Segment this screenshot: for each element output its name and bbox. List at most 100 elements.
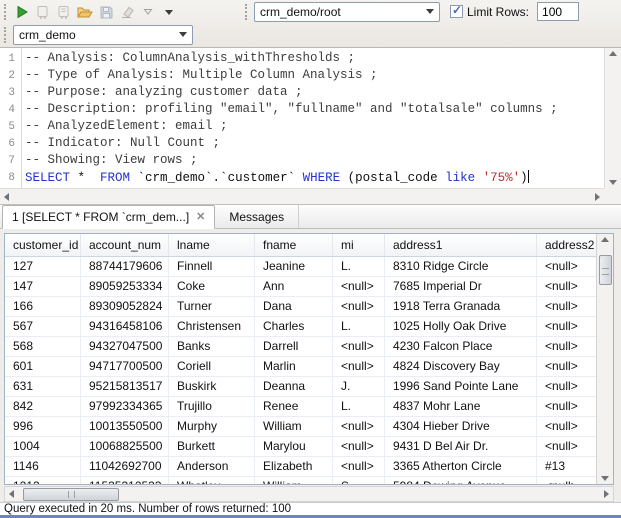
execute-selected-button[interactable] <box>53 2 74 22</box>
table-cell[interactable]: 9431 D Bel Air Dr. <box>385 437 537 456</box>
clear-dropdown-button[interactable] <box>137 2 158 22</box>
toolbar-grip-3[interactable] <box>4 27 7 43</box>
code-line[interactable]: 5-- AnalyzedElement: email ; <box>0 119 604 136</box>
table-row[interactable]: 121211535312533WhatleyWilliamS.5984 Dewi… <box>5 477 596 484</box>
table-cell[interactable]: Murphy <box>169 417 255 436</box>
table-row[interactable]: 16689309052824TurnerDana<null>1918 Terra… <box>5 297 596 317</box>
table-cell[interactable]: 11042692700 <box>81 457 169 476</box>
table-row[interactable]: 14789059253334CokeAnn<null>7685 Imperial… <box>5 277 596 297</box>
column-header[interactable]: customer_id <box>5 234 81 256</box>
scroll-left-icon[interactable] <box>4 193 9 201</box>
table-cell[interactable]: Turner <box>169 297 255 316</box>
editor-horizontal-scrollbar[interactable] <box>0 188 604 204</box>
code-line[interactable]: 6-- Indicator: Null Count ; <box>0 136 604 153</box>
table-cell[interactable]: #13 <box>537 457 596 476</box>
table-cell[interactable]: 4824 Discovery Bay <box>385 357 537 376</box>
tab-result-1[interactable]: 1 [SELECT * FROM `crm_dem...]✕ <box>2 205 215 229</box>
table-cell[interactable]: Ann <box>255 277 333 296</box>
table-row[interactable]: 63195215813517BuskirkDeannaJ.1996 Sand P… <box>5 377 596 397</box>
table-cell[interactable]: <null> <box>333 417 385 436</box>
table-cell[interactable]: <null> <box>333 277 385 296</box>
table-cell[interactable]: <null> <box>537 257 596 276</box>
scroll-down-icon[interactable] <box>601 476 609 481</box>
column-header[interactable]: address2 <box>537 234 596 256</box>
table-cell[interactable]: Jeanine <box>255 257 333 276</box>
table-cell[interactable]: Christensen <box>169 317 255 336</box>
table-cell[interactable]: 568 <box>5 337 81 356</box>
table-cell[interactable]: 95215813517 <box>81 377 169 396</box>
table-row[interactable]: 99610013550500MurphyWilliam<null>4304 Hi… <box>5 417 596 437</box>
table-cell[interactable]: 601 <box>5 357 81 376</box>
table-cell[interactable]: <null> <box>333 297 385 316</box>
code-line[interactable]: 4-- Description: profiling "email", "ful… <box>0 102 604 119</box>
code-line[interactable]: 8SELECT * FROM `crm_demo`.`customer` WHE… <box>0 170 604 187</box>
table-row[interactable]: 12788744179606FinnellJeanineL.8310 Ridge… <box>5 257 596 277</box>
table-cell[interactable]: <null> <box>537 417 596 436</box>
table-cell[interactable]: Banks <box>169 337 255 356</box>
table-cell[interactable]: 1004 <box>5 437 81 456</box>
toolbar-grip-2[interactable] <box>245 4 248 20</box>
table-cell[interactable]: Anderson <box>169 457 255 476</box>
table-cell[interactable]: 97992334365 <box>81 397 169 416</box>
table-cell[interactable]: 3365 Atherton Circle <box>385 457 537 476</box>
table-row[interactable]: 60194717700500CoriellMarlin<null>4824 Di… <box>5 357 596 377</box>
table-cell[interactable]: Renee <box>255 397 333 416</box>
table-row[interactable]: 56894327047500BanksDarrell<null>4230 Fal… <box>5 337 596 357</box>
table-cell[interactable]: 147 <box>5 277 81 296</box>
table-cell[interactable]: 4304 Hieber Drive <box>385 417 537 436</box>
column-header[interactable]: lname <box>169 234 255 256</box>
table-cell[interactable]: <null> <box>537 317 596 336</box>
grid-horizontal-scrollbar[interactable] <box>4 486 614 502</box>
table-cell[interactable]: Trujillo <box>169 397 255 416</box>
limit-rows-checkbox[interactable]: ✓ <box>450 5 463 18</box>
table-cell[interactable]: L. <box>333 397 385 416</box>
table-cell[interactable]: <null> <box>333 357 385 376</box>
table-cell[interactable]: <null> <box>333 337 385 356</box>
table-cell[interactable]: <null> <box>333 457 385 476</box>
table-cell[interactable]: <null> <box>333 437 385 456</box>
table-cell[interactable]: 94327047500 <box>81 337 169 356</box>
tab-messages[interactable]: Messages <box>215 205 299 228</box>
table-row[interactable]: 114611042692700AndersonElizabeth<null>33… <box>5 457 596 477</box>
table-cell[interactable]: J. <box>333 377 385 396</box>
table-cell[interactable]: 10013550500 <box>81 417 169 436</box>
table-cell[interactable]: <null> <box>537 297 596 316</box>
table-cell[interactable]: Buskirk <box>169 377 255 396</box>
table-cell[interactable]: 1025 Holly Oak Drive <box>385 317 537 336</box>
table-cell[interactable]: 842 <box>5 397 81 416</box>
table-cell[interactable]: 89059253334 <box>81 277 169 296</box>
table-cell[interactable]: Elizabeth <box>255 457 333 476</box>
table-cell[interactable]: William <box>255 477 333 484</box>
column-header[interactable]: fname <box>255 234 333 256</box>
table-cell[interactable]: <null> <box>537 477 596 484</box>
table-cell[interactable]: Charles <box>255 317 333 336</box>
column-header[interactable]: mi <box>333 234 385 256</box>
scroll-up-icon[interactable] <box>609 51 617 56</box>
table-cell[interactable]: 8310 Ridge Circle <box>385 257 537 276</box>
horizontal-scroll-thumb[interactable] <box>23 488 119 501</box>
table-cell[interactable]: Marlin <box>255 357 333 376</box>
code-line[interactable]: 2-- Type of Analysis: Multiple Column An… <box>0 68 604 85</box>
profile-combo[interactable]: crm_demo <box>13 25 193 45</box>
open-file-button[interactable] <box>74 2 95 22</box>
table-cell[interactable]: L. <box>333 317 385 336</box>
table-cell[interactable]: S. <box>333 477 385 484</box>
table-cell[interactable]: <null> <box>537 277 596 296</box>
table-cell[interactable]: Dana <box>255 297 333 316</box>
table-cell[interactable]: L. <box>333 257 385 276</box>
table-cell[interactable]: 7685 Imperial Dr <box>385 277 537 296</box>
table-row[interactable]: 56794316458106ChristensenCharlesL.1025 H… <box>5 317 596 337</box>
table-cell[interactable]: <null> <box>537 397 596 416</box>
table-cell[interactable]: 1146 <box>5 457 81 476</box>
table-cell[interactable]: <null> <box>537 337 596 356</box>
column-header[interactable]: account_num <box>81 234 169 256</box>
code-line[interactable]: 1-- Analysis: ColumnAnalysis_withThresho… <box>0 51 604 68</box>
table-cell[interactable]: <null> <box>537 357 596 376</box>
table-cell[interactable]: 1996 Sand Pointe Lane <box>385 377 537 396</box>
table-cell[interactable]: Whatley <box>169 477 255 484</box>
table-cell[interactable]: <null> <box>537 377 596 396</box>
table-cell[interactable]: 1212 <box>5 477 81 484</box>
table-cell[interactable]: 11535312533 <box>81 477 169 484</box>
table-row[interactable]: 84297992334365TrujilloReneeL.4837 Mohr L… <box>5 397 596 417</box>
table-cell[interactable]: 127 <box>5 257 81 276</box>
